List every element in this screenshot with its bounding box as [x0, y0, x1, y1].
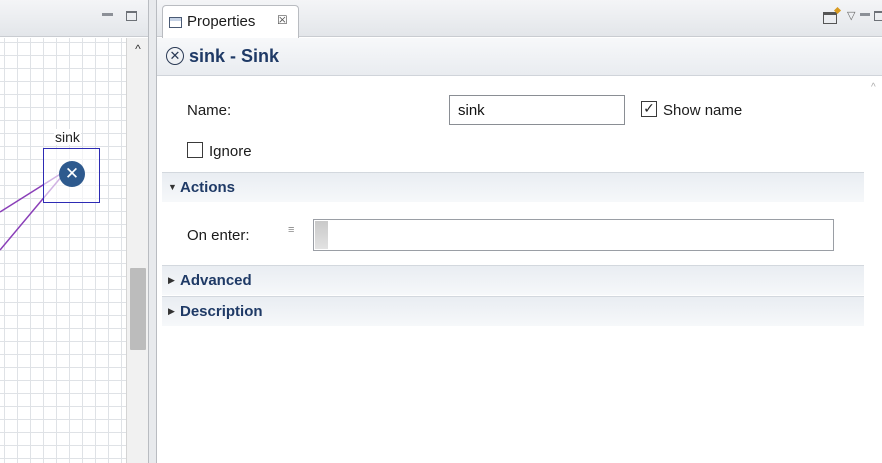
name-field[interactable]: [449, 95, 625, 125]
graphical-editor-pane: sink ✕ ^: [0, 0, 150, 463]
ignore-label[interactable]: Ignore: [209, 143, 252, 160]
diagram-canvas[interactable]: [0, 38, 126, 463]
page-title: sink - Sink: [189, 46, 280, 66]
actions-section-title: ▼ Actions: [168, 179, 235, 196]
advanced-section-label: Advanced: [180, 272, 252, 289]
ignore-checkbox[interactable]: [187, 142, 203, 158]
tab-properties-label: Properties: [187, 13, 256, 30]
sink-icon: ✕: [166, 47, 184, 65]
actions-section-label: Actions: [180, 179, 236, 196]
description-section-label: Description: [180, 303, 263, 320]
tab-properties[interactable]: Properties ☒: [162, 5, 299, 38]
code-field-gutter: [315, 221, 328, 249]
on-enter-label: On enter:: [187, 227, 250, 244]
properties-title-bar: ✕ sink - Sink: [157, 38, 882, 76]
collapsed-twisty-icon: ▶: [168, 306, 175, 316]
actions-section-header[interactable]: ▼ Actions: [162, 172, 864, 202]
pane-divider[interactable]: [148, 0, 157, 463]
show-name-label[interactable]: Show name: [663, 102, 742, 119]
scroll-up-arrow-icon[interactable]: ^: [871, 82, 876, 93]
maximize-icon[interactable]: [126, 11, 137, 21]
properties-pane: Properties ☒ ▽ ✕ sink - Sink ^ Name: ✓ S…: [157, 0, 882, 463]
name-label: Name:: [187, 102, 232, 119]
collapsed-twisty-icon: ▶: [168, 275, 175, 285]
advanced-section-title: ▶ Advanced: [168, 272, 252, 289]
view-menu-icon[interactable]: ▽: [847, 9, 855, 22]
vertical-scrollbar[interactable]: ^: [126, 38, 148, 463]
expanded-twisty-icon: ▼: [168, 182, 177, 192]
sink-icon[interactable]: ✕: [59, 161, 85, 187]
properties-tabbar: Properties ☒ ▽: [157, 0, 882, 38]
minimize-icon[interactable]: [860, 13, 870, 16]
scrollbar-thumb[interactable]: [130, 268, 146, 350]
maximize-icon[interactable]: [874, 11, 882, 21]
scroll-up-arrow-icon[interactable]: ^: [127, 42, 149, 56]
description-section-title: ▶ Description: [168, 303, 263, 320]
on-enter-code-field[interactable]: [313, 219, 834, 251]
editor-tabbar: [0, 0, 150, 37]
description-section-header[interactable]: ▶ Description: [162, 296, 864, 326]
close-icon[interactable]: ☒: [277, 13, 288, 27]
code-hint-icon: ≡: [288, 224, 295, 236]
pin-icon[interactable]: [823, 12, 837, 24]
advanced-section-header[interactable]: ▶ Advanced: [162, 265, 864, 295]
show-name-checkbox[interactable]: ✓: [641, 101, 657, 117]
properties-icon: [169, 17, 182, 28]
minimize-icon[interactable]: [102, 13, 113, 16]
sink-node-label: sink: [54, 129, 81, 145]
